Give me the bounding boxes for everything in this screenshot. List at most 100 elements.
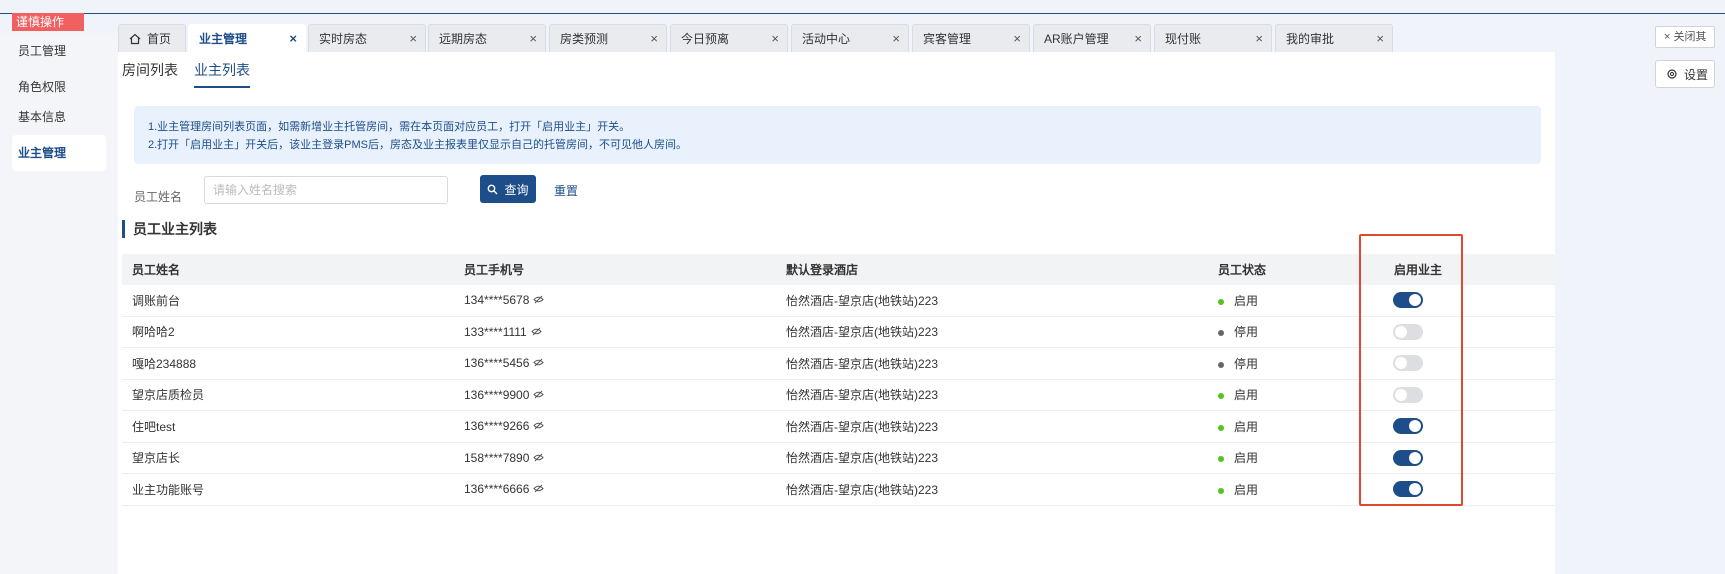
employee-status: 启用 bbox=[1218, 418, 1258, 435]
settings-label: 设置 bbox=[1684, 67, 1709, 82]
close-icon[interactable]: × bbox=[771, 31, 779, 46]
enable-owner-toggle[interactable] bbox=[1393, 481, 1423, 498]
phone-number: 136****9266 bbox=[464, 419, 530, 434]
tab-label: 宾客管理 bbox=[923, 32, 972, 46]
eye-off-icon[interactable] bbox=[531, 327, 542, 336]
enable-owner-toggle[interactable] bbox=[1393, 449, 1423, 466]
tab-activity-center[interactable]: 活动中心 × bbox=[791, 24, 909, 52]
close-others-button[interactable]: × 关闭其 bbox=[1655, 26, 1715, 48]
default-hotel: 怡然酒店-望京店(地铁站)223 bbox=[786, 388, 939, 403]
tab-guest-management[interactable]: 宾客管理 × bbox=[912, 24, 1030, 52]
notice-line-1: 1.业主管理房间列表页面，如需新增业主托管房间，需在本页面对应员工，打开「启用业… bbox=[148, 121, 631, 133]
table-header: 员工姓名 员工手机号 默认登录酒店 员工状态 启用业主 bbox=[122, 254, 1555, 285]
phone-number: 158****7890 bbox=[464, 450, 530, 465]
tab-realtime-room-status[interactable]: 实时房态 × bbox=[308, 24, 426, 52]
close-icon[interactable]: × bbox=[892, 31, 900, 46]
reset-button[interactable]: 重置 bbox=[554, 182, 578, 199]
sidebar: 员工管理 角色权限 基本信息 业主管理 bbox=[0, 33, 118, 574]
top-divider bbox=[0, 13, 1725, 14]
sidebar-item-label: 员工管理 bbox=[18, 44, 67, 58]
phone-number: 136****9900 bbox=[464, 387, 530, 402]
phone-number: 136****6666 bbox=[464, 482, 530, 497]
sidebar-item-staff[interactable]: 员工管理 bbox=[12, 33, 106, 69]
tab-label: 今日预离 bbox=[681, 32, 730, 46]
tab-bar: 首页 业主管理 × 实时房态 × 远期房态 × 房类预测 × 今日预离 × 活动… bbox=[118, 24, 1543, 52]
eye-off-icon[interactable] bbox=[533, 358, 545, 367]
employee-name-input[interactable] bbox=[204, 176, 448, 204]
default-hotel: 怡然酒店-望京店(地铁站)223 bbox=[786, 356, 939, 371]
close-icon[interactable]: × bbox=[529, 31, 537, 46]
column-header: 员工状态 bbox=[1218, 263, 1267, 277]
tab-label: 业主管理 bbox=[199, 32, 248, 46]
status-dot bbox=[1218, 298, 1224, 305]
query-button[interactable]: 查询 bbox=[480, 175, 536, 203]
enable-owner-toggle[interactable] bbox=[1393, 355, 1423, 372]
employee-phone: 136****5456 bbox=[464, 356, 545, 371]
eye-off-icon[interactable] bbox=[533, 390, 545, 399]
phone-number: 133****1111 bbox=[464, 324, 527, 339]
employee-name: 望京店质检员 bbox=[132, 388, 205, 403]
close-icon[interactable]: × bbox=[1376, 31, 1384, 46]
table-row: 住吧test 136****9266 怡然酒店-望京店(地铁站)223 启用 bbox=[122, 411, 1555, 443]
column-header: 默认登录酒店 bbox=[786, 263, 859, 277]
toggle-knob bbox=[1409, 451, 1421, 464]
close-icon[interactable]: × bbox=[650, 31, 658, 46]
close-icon[interactable]: × bbox=[409, 31, 417, 46]
enable-owner-toggle[interactable] bbox=[1393, 386, 1423, 403]
column-header: 员工姓名 bbox=[132, 263, 181, 277]
eye-off-icon[interactable] bbox=[533, 295, 545, 304]
status-dot bbox=[1218, 487, 1224, 494]
employee-status: 启用 bbox=[1218, 386, 1258, 403]
table-row: 嘎哈234888 136****5456 怡然酒店-望京店(地铁站)223 停用 bbox=[122, 348, 1555, 380]
tab-cash-account[interactable]: 现付账 × bbox=[1154, 24, 1272, 52]
subtab-owner-list[interactable]: 业主列表 bbox=[194, 60, 250, 88]
close-icon[interactable]: × bbox=[1013, 31, 1021, 46]
default-hotel: 怡然酒店-望京店(地铁站)223 bbox=[786, 293, 939, 308]
sidebar-item-basic-info[interactable]: 基本信息 bbox=[12, 99, 106, 135]
tab-label: 现付账 bbox=[1165, 32, 1202, 46]
employee-name: 调账前台 bbox=[132, 293, 181, 308]
status-label: 启用 bbox=[1234, 293, 1259, 308]
status-label: 启用 bbox=[1234, 451, 1259, 466]
tab-ar-account[interactable]: AR账户管理 × bbox=[1033, 24, 1151, 52]
employee-phone: 136****9266 bbox=[464, 419, 545, 434]
employee-status: 启用 bbox=[1218, 481, 1258, 498]
right-gutter bbox=[1555, 52, 1725, 574]
settings-button[interactable]: 设置 bbox=[1655, 60, 1715, 88]
enable-owner-toggle[interactable] bbox=[1393, 418, 1423, 435]
toggle-knob bbox=[1409, 294, 1421, 307]
tab-owner-management[interactable]: 业主管理 × bbox=[188, 24, 306, 52]
employee-name: 业主功能账号 bbox=[132, 482, 205, 497]
employee-status: 停用 bbox=[1218, 355, 1258, 372]
close-icon[interactable]: × bbox=[1134, 31, 1142, 46]
tab-label: AR账户管理 bbox=[1044, 32, 1109, 46]
tab-room-type-forecast[interactable]: 房类预测 × bbox=[549, 24, 667, 52]
table-row: 啊哈哈2 133****1111 怡然酒店-望京店(地铁站)223 停用 bbox=[122, 316, 1555, 348]
enable-owner-toggle[interactable] bbox=[1393, 292, 1423, 309]
eye-off-icon[interactable] bbox=[533, 421, 545, 430]
eye-off-icon[interactable] bbox=[533, 484, 545, 493]
table-row: 调账前台 134****5678 怡然酒店-望京店(地铁站)223 启用 bbox=[122, 285, 1555, 317]
table-row: 望京店长 158****7890 怡然酒店-望京店(地铁站)223 启用 bbox=[122, 442, 1555, 474]
caution-tag: 谨慎操作 bbox=[12, 13, 84, 31]
tab-label: 我的审批 bbox=[1286, 32, 1335, 46]
tab-future-room-status[interactable]: 远期房态 × bbox=[428, 24, 546, 52]
column-header: 启用业主 bbox=[1394, 263, 1443, 277]
status-label: 停用 bbox=[1234, 325, 1259, 340]
tab-today-departure[interactable]: 今日预离 × bbox=[670, 24, 788, 52]
default-hotel: 怡然酒店-望京店(地铁站)223 bbox=[786, 482, 939, 497]
phone-number: 136****5456 bbox=[464, 356, 530, 371]
sidebar-item-label: 基本信息 bbox=[18, 110, 67, 124]
close-icon[interactable]: × bbox=[289, 31, 297, 46]
tab-label: 实时房态 bbox=[319, 32, 368, 46]
sidebar-item-owner-management[interactable]: 业主管理 bbox=[12, 135, 106, 171]
subtab-room-list[interactable]: 房间列表 bbox=[122, 60, 178, 88]
employee-phone: 136****6666 bbox=[464, 482, 545, 497]
employee-name-label: 员工姓名 bbox=[134, 190, 183, 204]
enable-owner-toggle[interactable] bbox=[1393, 323, 1423, 340]
status-dot bbox=[1218, 361, 1224, 368]
tab-my-approvals[interactable]: 我的审批 × bbox=[1275, 24, 1393, 52]
tab-home[interactable]: 首页 bbox=[118, 24, 186, 52]
close-icon[interactable]: × bbox=[1255, 31, 1263, 46]
eye-off-icon[interactable] bbox=[533, 453, 545, 462]
